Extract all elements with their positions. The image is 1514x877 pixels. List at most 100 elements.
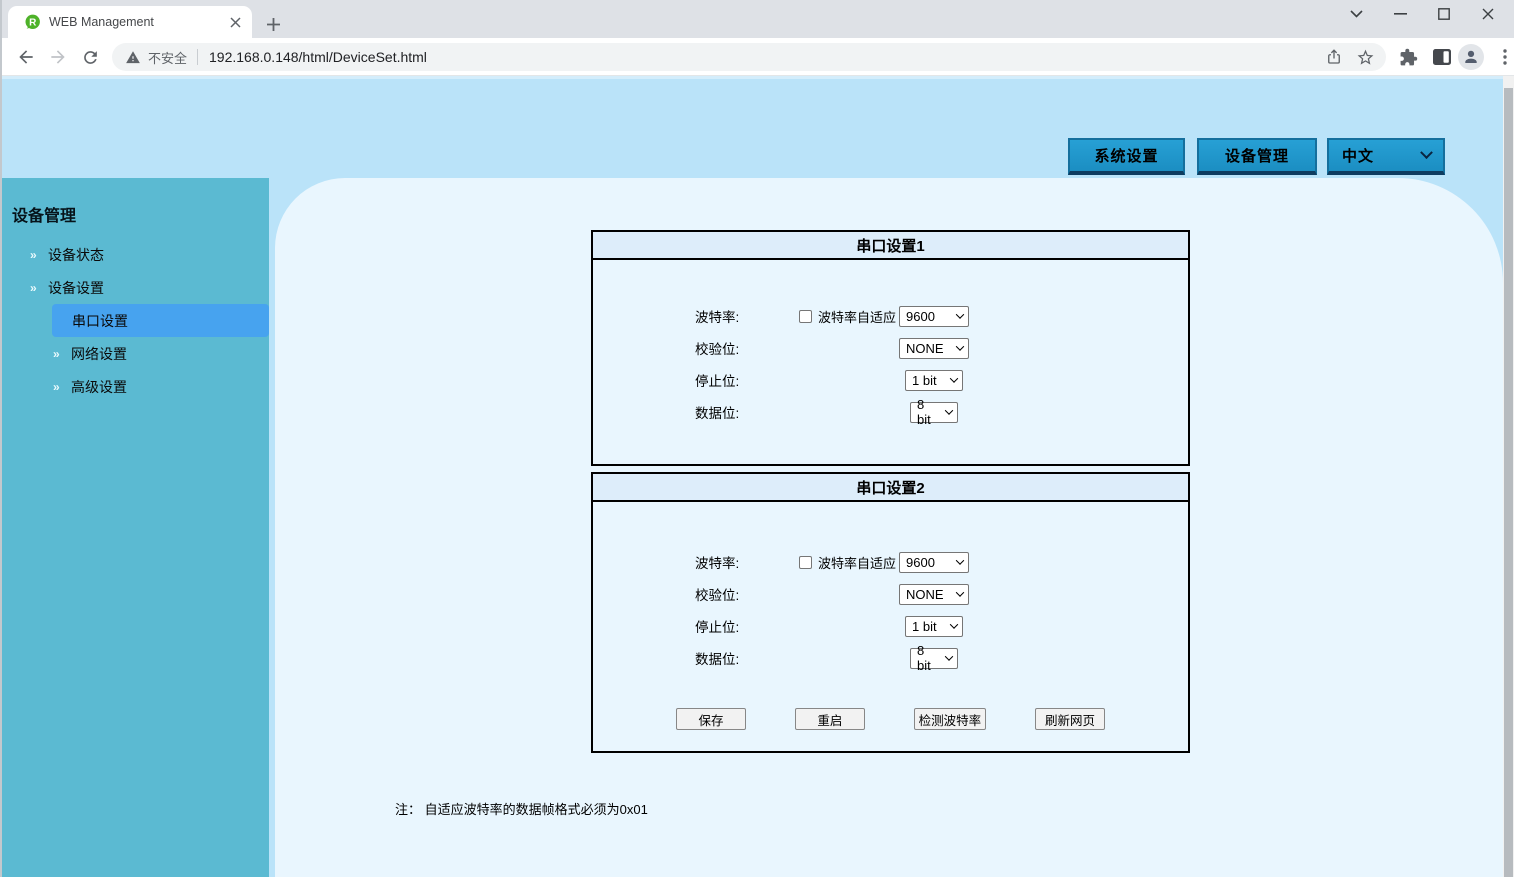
profile-avatar[interactable] <box>1458 44 1484 70</box>
tab-search-icon[interactable] <box>1334 0 1378 28</box>
parity-row: 校验位: NONE <box>593 332 1188 364</box>
double-chevron-right-icon: » <box>30 282 41 294</box>
stop-bit-select[interactable]: 1 bit <box>905 616 963 637</box>
data-bit-row: 数据位: 8 bit <box>593 642 1188 674</box>
stop-bit-row: 停止位: 1 bit <box>593 364 1188 396</box>
chevron-down-icon <box>1420 146 1433 159</box>
omnibox-divider <box>197 49 198 65</box>
baud-rate-value: 9600 <box>906 555 935 570</box>
main-content: 串口设置1 波特率: 波特率自适应 9600 <box>275 178 1503 877</box>
address-bar[interactable]: 不安全 192.168.0.148/html/DeviceSet.html <box>112 43 1386 71</box>
parity-row: 校验位: NONE <box>593 578 1188 610</box>
refresh-page-button[interactable]: 刷新网页 <box>1035 708 1105 730</box>
browser-window: R WEB Management <box>0 0 1514 877</box>
side-panel-icon[interactable] <box>1431 46 1453 68</box>
double-chevron-right-icon: » <box>53 381 64 393</box>
security-label: 不安全 <box>148 48 187 67</box>
forward-icon[interactable] <box>47 46 69 68</box>
chevron-down-icon <box>945 406 953 414</box>
top-navigation: 系统设置 设备管理 中文 <box>1068 138 1445 175</box>
tab-title: WEB Management <box>49 15 226 29</box>
sidebar-item-label: 网络设置 <box>71 344 127 364</box>
sidebar-item-serial-settings[interactable]: 串口设置 <box>52 304 269 337</box>
baud-adaptive-checkbox[interactable] <box>799 556 812 569</box>
device-management-button[interactable]: 设备管理 <box>1197 138 1317 175</box>
double-chevron-right-icon: » <box>30 249 41 261</box>
footnote: 注： 自适应波特率的数据帧格式必须为0x01 <box>395 799 1503 818</box>
tab-strip: R WEB Management <box>0 0 1514 38</box>
data-bit-value: 8 bit <box>917 397 941 427</box>
sidebar-item-device-settings[interactable]: » 设备设置 <box>0 271 269 304</box>
svg-text:R: R <box>29 17 37 28</box>
minimize-button[interactable] <box>1378 0 1422 28</box>
window-controls <box>1334 0 1510 38</box>
baud-adaptive-label: 波特率自适应 <box>818 553 896 572</box>
share-icon[interactable] <box>1323 47 1344 68</box>
system-settings-button[interactable]: 系统设置 <box>1068 138 1185 175</box>
data-bit-row: 数据位: 8 bit <box>593 396 1188 428</box>
stop-bit-value: 1 bit <box>912 619 937 634</box>
close-button[interactable] <box>1466 0 1510 28</box>
stop-bit-row: 停止位: 1 bit <box>593 610 1188 642</box>
tab-close-icon[interactable] <box>226 13 244 31</box>
data-bit-value: 8 bit <box>917 643 941 673</box>
sidebar: 设备管理 » 设备状态 » 设备设置 串口设置 » 网络设置 » <box>0 178 269 877</box>
serial-panel-2: 串口设置2 波特率: 波特率自适应 9600 <box>591 472 1190 753</box>
data-bit-select[interactable]: 8 bit <box>910 402 958 423</box>
action-button-row: 保存 重启 检测波特率 刷新网页 <box>593 708 1188 730</box>
site-favicon-icon: R <box>24 14 41 31</box>
page-scrollbar[interactable] <box>1503 76 1514 877</box>
new-tab-button[interactable] <box>260 11 286 37</box>
reload-icon[interactable] <box>79 46 101 68</box>
bookmark-star-icon[interactable] <box>1355 47 1376 68</box>
chevron-down-icon <box>956 310 964 318</box>
sidebar-item-label: 高级设置 <box>71 377 127 397</box>
browser-menu-icon[interactable] <box>1494 46 1514 68</box>
sidebar-item-label: 设备状态 <box>48 245 104 265</box>
stop-bit-label: 停止位: <box>695 370 799 390</box>
baud-rate-select[interactable]: 9600 <box>899 552 969 573</box>
stop-bit-select[interactable]: 1 bit <box>905 370 963 391</box>
maximize-button[interactable] <box>1422 0 1466 28</box>
back-icon[interactable] <box>15 46 37 68</box>
baud-rate-row: 波特率: 波特率自适应 9600 <box>593 300 1188 332</box>
baud-rate-row: 波特率: 波特率自适应 9600 <box>593 546 1188 578</box>
parity-select[interactable]: NONE <box>899 584 969 605</box>
chevron-down-icon <box>956 342 964 350</box>
parity-label: 校验位: <box>695 338 799 358</box>
parity-value: NONE <box>906 341 944 356</box>
browser-tab[interactable]: R WEB Management <box>8 6 252 38</box>
sidebar-menu: » 设备状态 » 设备设置 串口设置 » 网络设置 » 高级设置 <box>0 238 269 403</box>
serial-panel-1: 串口设置1 波特率: 波特率自适应 9600 <box>591 230 1190 466</box>
panel-title: 串口设置2 <box>593 474 1188 502</box>
sidebar-item-label: 串口设置 <box>72 311 128 331</box>
sidebar-item-label: 设备设置 <box>48 278 104 298</box>
chevron-down-icon <box>945 652 953 660</box>
chevron-down-icon <box>956 556 964 564</box>
parity-label: 校验位: <box>695 584 799 604</box>
chevron-down-icon <box>950 620 958 628</box>
language-select[interactable]: 中文 <box>1327 138 1445 175</box>
data-bit-label: 数据位: <box>695 402 799 422</box>
double-chevron-right-icon: » <box>53 348 64 360</box>
sidebar-item-device-status[interactable]: » 设备状态 <box>0 238 269 271</box>
parity-value: NONE <box>906 587 944 602</box>
scrollbar-thumb[interactable] <box>1504 88 1513 877</box>
baud-rate-select[interactable]: 9600 <box>899 306 969 327</box>
data-bit-label: 数据位: <box>695 648 799 668</box>
baud-adaptive-checkbox[interactable] <box>799 310 812 323</box>
save-button[interactable]: 保存 <box>676 708 746 730</box>
sidebar-item-advanced-settings[interactable]: » 高级设置 <box>0 370 269 403</box>
baud-rate-label: 波特率: <box>695 306 799 326</box>
detect-baud-button[interactable]: 检测波特率 <box>914 708 987 730</box>
sidebar-title: 设备管理 <box>0 178 269 226</box>
data-bit-select[interactable]: 8 bit <box>910 648 958 669</box>
parity-select[interactable]: NONE <box>899 338 969 359</box>
extensions-puzzle-icon[interactable] <box>1397 46 1419 68</box>
sidebar-item-network-settings[interactable]: » 网络设置 <box>0 337 269 370</box>
stop-bit-value: 1 bit <box>912 373 937 388</box>
stop-bit-label: 停止位: <box>695 616 799 636</box>
url-text: 192.168.0.148/html/DeviceSet.html <box>209 49 427 65</box>
panel-title: 串口设置1 <box>593 232 1188 260</box>
restart-button[interactable]: 重启 <box>795 708 865 730</box>
